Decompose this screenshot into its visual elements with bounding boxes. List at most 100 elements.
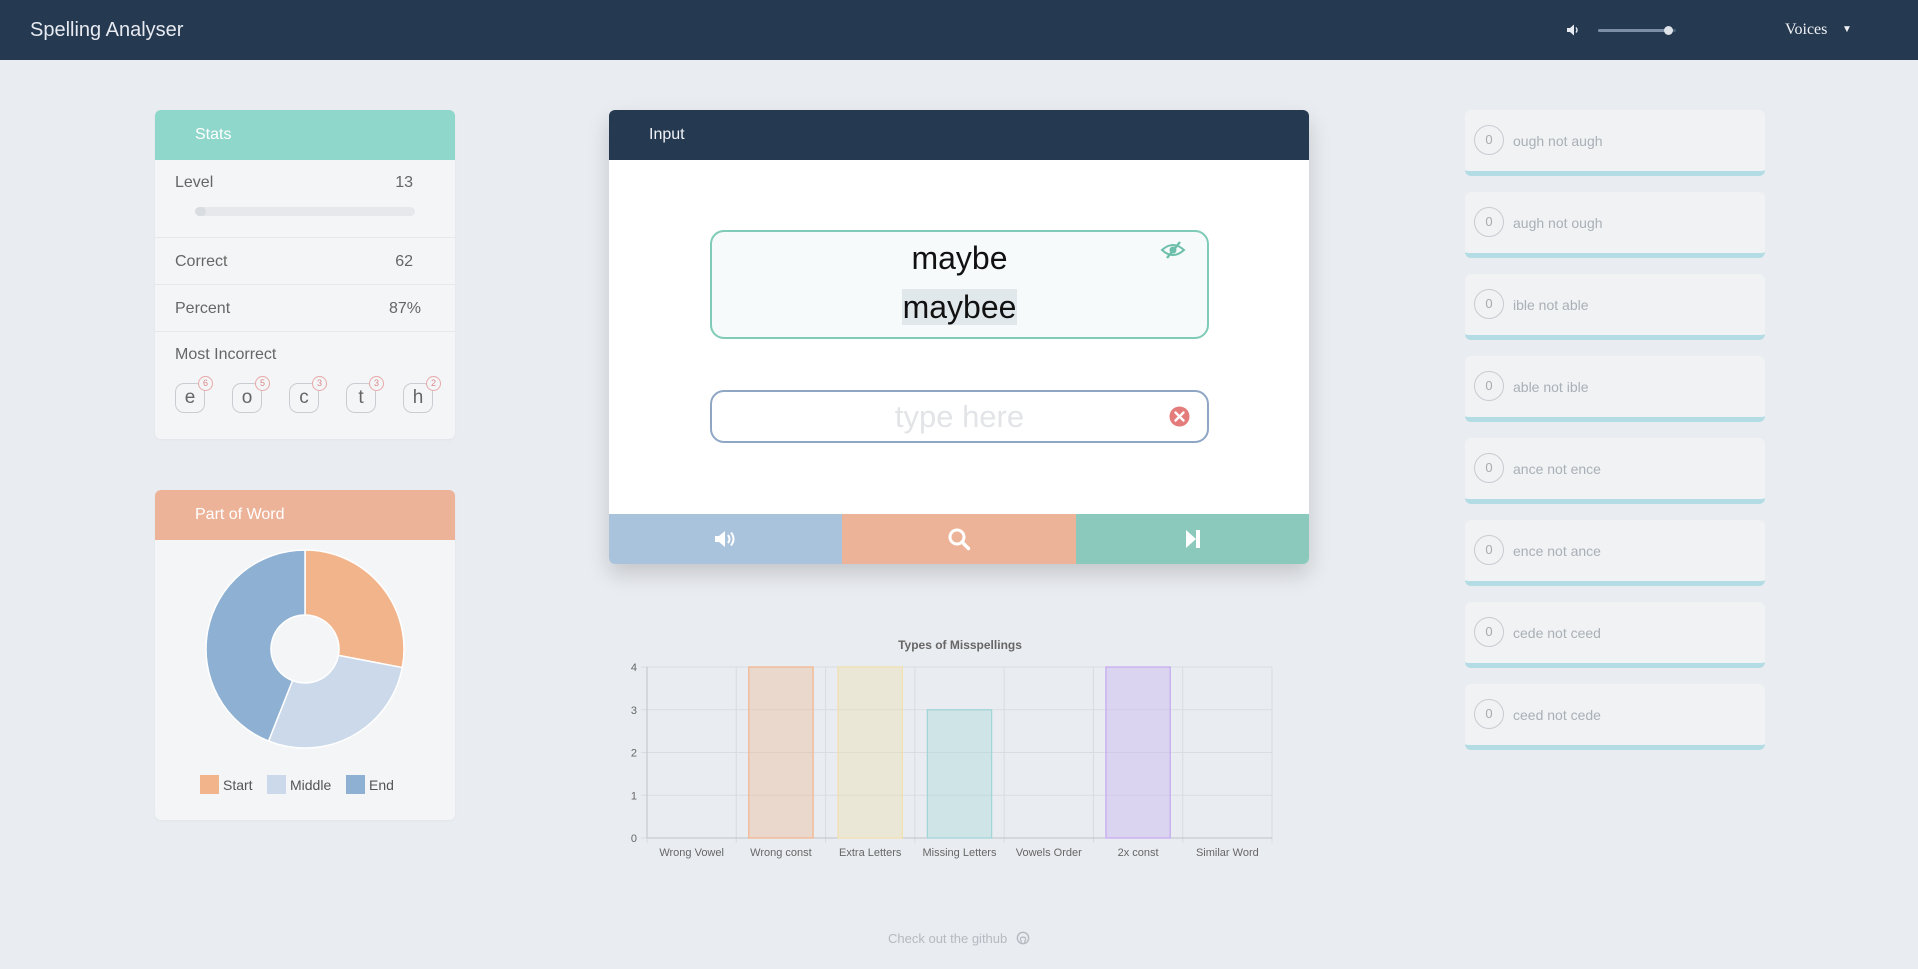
letter-chip: o5 (232, 376, 270, 413)
check-spelling-button[interactable] (842, 514, 1076, 564)
legend-swatch (346, 775, 365, 794)
level-label: Level (175, 174, 214, 191)
rule-label: ible not able (1513, 297, 1589, 313)
percent-label: Percent (175, 300, 231, 317)
word-display: maybe maybee (710, 230, 1209, 339)
rule-item[interactable]: 0 ceed not cede (1465, 684, 1765, 750)
letter-chip-text: o (241, 387, 253, 408)
x-tick-label: 2x const (1118, 847, 1159, 859)
letter-chip-text: c (299, 387, 309, 408)
volume-slider[interactable] (1598, 26, 1676, 35)
letter-chip: h2 (403, 376, 441, 413)
level-row: Level 13 (155, 160, 455, 238)
top-bar: Spelling Analyser Voices ▼ (0, 0, 1918, 60)
letter-chip: e6 (175, 376, 213, 413)
letter-chip: t3 (346, 376, 384, 413)
letter-count-badge: 5 (255, 376, 270, 391)
y-tick-label: 2 (631, 748, 637, 760)
level-progress-bar (195, 207, 415, 216)
x-tick-label: Vowels Order (1016, 847, 1082, 859)
percent-value: 87% (388, 300, 421, 317)
bar-extra-letters (837, 666, 903, 839)
part-of-word-card: Part of Word Start Middle End (155, 490, 455, 820)
app-title: Spelling Analyser (30, 19, 184, 41)
letter-count-badge: 3 (312, 376, 327, 391)
x-tick-label: Similar Word (1196, 847, 1259, 859)
legend-item-middle[interactable]: Middle (267, 775, 331, 795)
bar-chart-svg: Types of Misspellings 0 1 2 3 4 Wrong Vowel Wr… (631, 638, 1273, 859)
legend-label: Start (223, 777, 253, 793)
input-panel: Input maybe maybee (609, 110, 1309, 564)
donut-slice-start[interactable] (304, 549, 405, 669)
y-tick-label: 4 (631, 662, 637, 674)
volume-icon[interactable] (1565, 22, 1581, 38)
rule-item[interactable]: 0 cede not ceed (1465, 602, 1765, 668)
legend-swatch (200, 775, 219, 794)
skip-forward-icon (1185, 530, 1200, 548)
letter-chip-text: h (412, 387, 424, 408)
volume-slider-fill (1598, 29, 1669, 32)
x-tick-label: Wrong Vowel (659, 847, 724, 859)
eye-slash-icon[interactable] (1160, 240, 1186, 260)
rule-count: 0 (1474, 289, 1504, 319)
x-tick-label: Missing Letters (923, 847, 997, 859)
spelling-input[interactable] (710, 390, 1209, 443)
rule-item[interactable]: 0 ough not augh (1465, 110, 1765, 176)
level-value: 13 (395, 174, 413, 191)
speaker-icon (714, 531, 734, 547)
rule-count: 0 (1474, 371, 1504, 401)
skip-word-button[interactable] (1076, 514, 1309, 564)
github-icon[interactable] (1016, 931, 1030, 945)
rule-label: able not ible (1513, 379, 1589, 395)
rule-item[interactable]: 0 able not ible (1465, 356, 1765, 422)
letter-count-badge: 3 (369, 376, 384, 391)
rule-item[interactable]: 0 ible not able (1465, 274, 1765, 340)
rule-label: cede not ceed (1513, 625, 1601, 641)
rule-label: ceed not cede (1513, 707, 1601, 723)
legend-label: End (369, 777, 394, 793)
bar-wrong-const (748, 666, 814, 839)
legend-item-start[interactable]: Start (200, 775, 253, 795)
percent-row: Percent 87% (155, 285, 455, 332)
target-word: maybe (911, 240, 1008, 276)
x-tick-label: Extra Letters (839, 847, 902, 859)
most-incorrect-label: Most Incorrect (175, 346, 277, 363)
letter-count-badge: 2 (426, 376, 441, 391)
speak-word-button[interactable] (609, 514, 842, 564)
chart-title: Types of Misspellings (898, 638, 1022, 652)
chevron-down-icon[interactable]: ▼ (1842, 24, 1852, 35)
rule-count: 0 (1474, 617, 1504, 647)
github-link[interactable]: Check out the github (888, 931, 1007, 946)
y-tick-label: 0 (631, 833, 637, 845)
rule-count: 0 (1474, 207, 1504, 237)
y-tick-label: 3 (631, 705, 637, 717)
part-of-word-title: Part of Word (155, 490, 455, 540)
legend-label: Middle (290, 777, 332, 793)
rule-count: 0 (1474, 699, 1504, 729)
legend-item-end[interactable]: End (346, 775, 394, 795)
voices-dropdown[interactable]: Voices (1785, 21, 1827, 39)
misspelling-types-chart: Types of Misspellings 0 1 2 3 4 Wrong Vowel Wr… (609, 634, 1279, 864)
donut-slice-middle[interactable] (267, 654, 404, 749)
rule-item[interactable]: 0 ence not ance (1465, 520, 1765, 586)
part-of-word-donut-chart (205, 549, 405, 749)
rule-item[interactable]: 0 ance not ence (1465, 438, 1765, 504)
correct-row: Correct 62 (155, 238, 455, 285)
y-tick-label: 1 (631, 790, 637, 802)
x-tick-label: Wrong const (750, 847, 812, 859)
donut-legend: Start Middle End (155, 775, 455, 795)
rule-item[interactable]: 0 augh not ough (1465, 192, 1765, 258)
volume-slider-handle[interactable] (1664, 26, 1674, 35)
input-panel-title: Input (609, 110, 1309, 160)
letter-chip: c3 (289, 376, 327, 413)
rule-count: 0 (1474, 453, 1504, 483)
correct-label: Correct (175, 253, 228, 270)
letter-chip-text: t (358, 387, 364, 408)
clear-icon[interactable] (1169, 406, 1190, 427)
rule-count: 0 (1474, 125, 1504, 155)
letter-count-badge: 6 (198, 376, 213, 391)
most-incorrect-letters: e6 o5 c3 t3 h2 (175, 376, 445, 415)
stats-card: Stats Level 13 Correct 62 Percent 87% Mo… (155, 110, 455, 439)
rule-label: ance not ence (1513, 461, 1601, 477)
rule-label: augh not ough (1513, 215, 1603, 231)
